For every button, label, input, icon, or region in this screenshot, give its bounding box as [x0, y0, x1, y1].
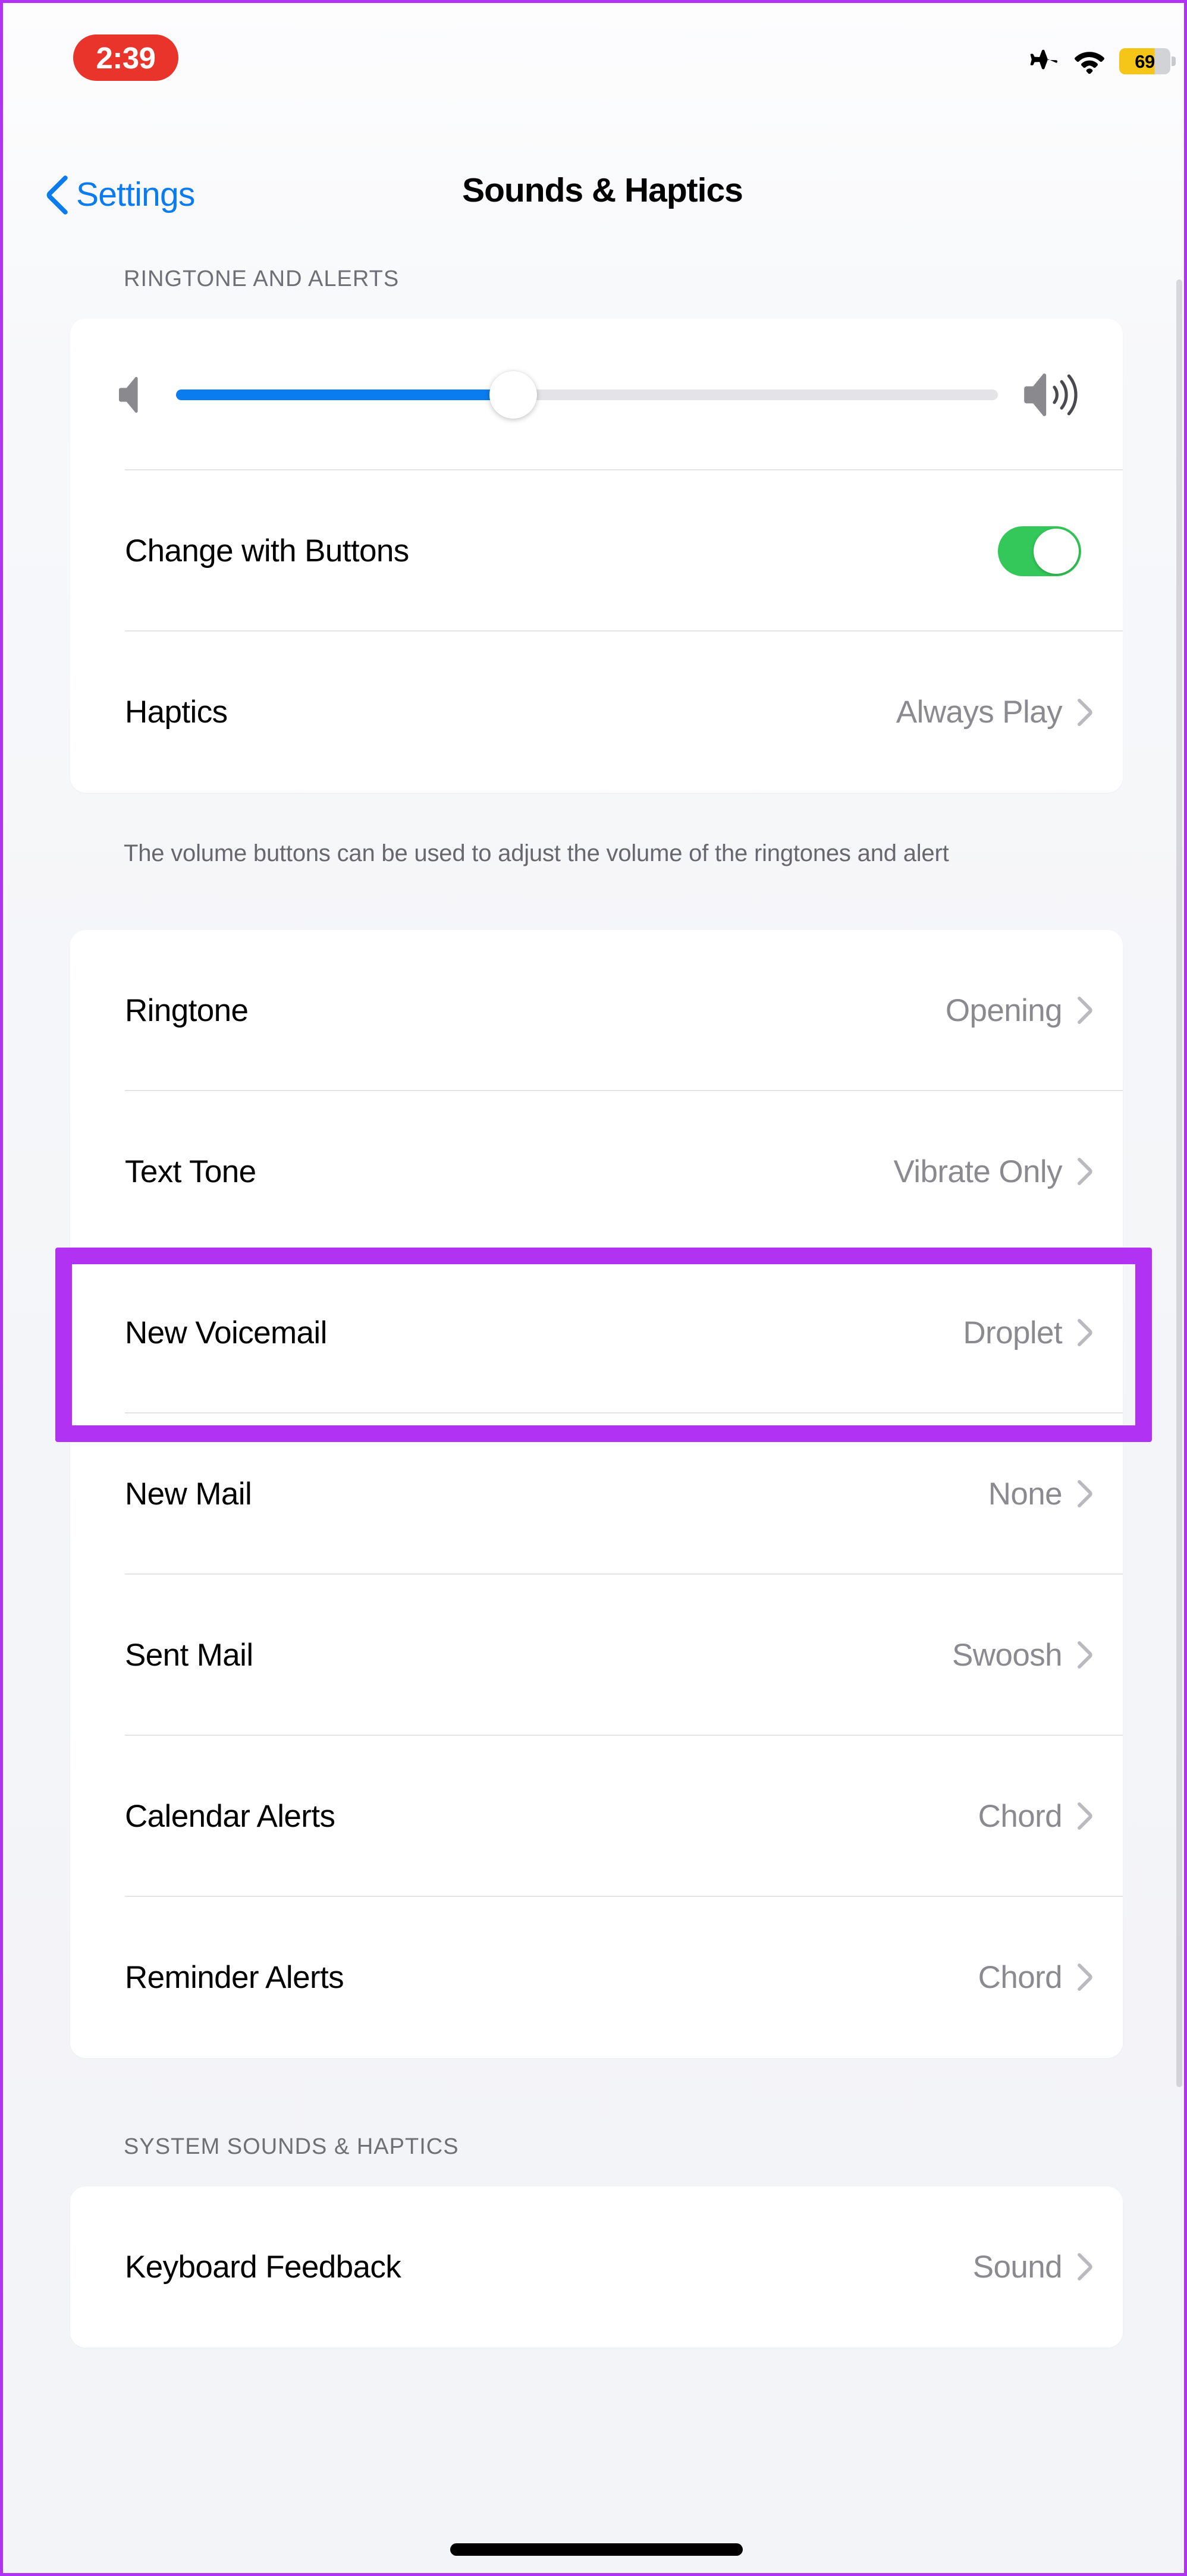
alert-tones-card: Ringtone Opening Text Tone Vibrate Only [70, 929, 1123, 2058]
page-title: Sounds & Haptics [462, 171, 743, 209]
toggle-knob [1034, 528, 1079, 574]
page-frame: 2:39 69 Settings Sounds & Haptics RINGTO… [0, 0, 1187, 2576]
row-value: Vibrate Only [893, 1154, 1063, 1189]
row-text-tone[interactable]: Text Tone Vibrate Only [70, 1091, 1123, 1252]
row-keyboard-feedback[interactable]: Keyboard Feedback Sound [70, 2187, 1123, 2348]
row-value: None [988, 1476, 1063, 1512]
phone-screen: 2:39 69 Settings Sounds & Haptics RINGTO… [6, 6, 1184, 2573]
row-label: Text Tone [125, 1154, 256, 1189]
change-with-buttons-label: Change with Buttons [125, 533, 409, 568]
chevron-right-icon [1078, 2253, 1092, 2281]
status-bar: 2:39 69 [6, 6, 1184, 110]
row-sent-mail[interactable]: Sent Mail Swoosh [70, 1575, 1123, 1736]
ringer-volume-slider[interactable] [176, 370, 998, 419]
row-label: New Voicemail [125, 1315, 327, 1350]
row-label: Keyboard Feedback [125, 2249, 401, 2285]
row-label: Calendar Alerts [125, 1798, 335, 1834]
status-bar-right-icons: 69 [1028, 43, 1176, 80]
haptics-row[interactable]: Haptics Always Play [70, 632, 1123, 793]
section-header-system-sounds-and-haptics: SYSTEM SOUNDS & HAPTICS [124, 2134, 459, 2159]
row-label: Sent Mail [125, 1637, 253, 1673]
ringer-volume-row [70, 319, 1123, 470]
slider-fill [176, 389, 513, 400]
wifi-icon [1075, 52, 1104, 74]
change-with-buttons-toggle[interactable] [998, 526, 1081, 576]
row-ringtone[interactable]: Ringtone Opening [70, 930, 1123, 1091]
airplane-mode-icon [1030, 49, 1058, 70]
ringtone-and-alerts-card: Change with Buttons Haptics Always Play [70, 319, 1123, 793]
row-value: Opening [945, 992, 1063, 1028]
section-header-ringtone-and-alerts: RINGTONE AND ALERTS [124, 266, 400, 291]
row-value: Sound [972, 2249, 1063, 2285]
chevron-right-icon [1078, 1964, 1092, 1991]
row-value: Swoosh [952, 1637, 1063, 1673]
row-label: Reminder Alerts [125, 1959, 344, 1995]
speaker-high-icon [1024, 373, 1078, 416]
navigation-bar: Settings Sounds & Haptics [6, 167, 1184, 244]
battery-percent-label: 69 [1135, 51, 1155, 72]
haptics-value: Always Play [896, 695, 1063, 730]
battery-icon: 69 [1119, 48, 1176, 74]
status-time: 2:39 [96, 40, 156, 75]
vertical-scrollbar[interactable] [1176, 279, 1182, 2087]
chevron-right-icon [1078, 1158, 1092, 1186]
system-sounds-card: Keyboard Feedback Sound [70, 2186, 1123, 2348]
row-label: Ringtone [125, 992, 249, 1028]
row-value: Chord [978, 1798, 1063, 1834]
slider-knob[interactable] [489, 370, 537, 419]
status-time-pill: 2:39 [73, 34, 178, 81]
chevron-right-icon [1078, 1802, 1092, 1830]
ringtone-section-footer: The volume buttons can be used to adjust… [124, 840, 949, 866]
row-new-voicemail[interactable]: New Voicemail Droplet [70, 1252, 1123, 1413]
row-new-mail[interactable]: New Mail None [70, 1413, 1123, 1575]
chevron-right-icon [1078, 997, 1092, 1025]
row-calendar-alerts[interactable]: Calendar Alerts Chord [70, 1736, 1123, 1897]
row-reminder-alerts[interactable]: Reminder Alerts Chord [70, 1897, 1123, 2058]
chevron-right-icon [1078, 698, 1092, 726]
chevron-right-icon [1078, 1641, 1092, 1669]
speaker-low-icon [119, 376, 138, 413]
row-value: Droplet [963, 1315, 1062, 1350]
chevron-right-icon [1078, 1480, 1092, 1508]
haptics-label: Haptics [125, 695, 228, 730]
row-value: Chord [978, 1959, 1063, 1995]
home-indicator [450, 2543, 743, 2556]
chevron-right-icon [1078, 1319, 1092, 1347]
change-with-buttons-row[interactable]: Change with Buttons [70, 470, 1123, 632]
settings-scroll-content: RINGTONE AND ALERTS Change with Buttons … [6, 266, 1184, 2348]
row-label: New Mail [125, 1476, 252, 1512]
